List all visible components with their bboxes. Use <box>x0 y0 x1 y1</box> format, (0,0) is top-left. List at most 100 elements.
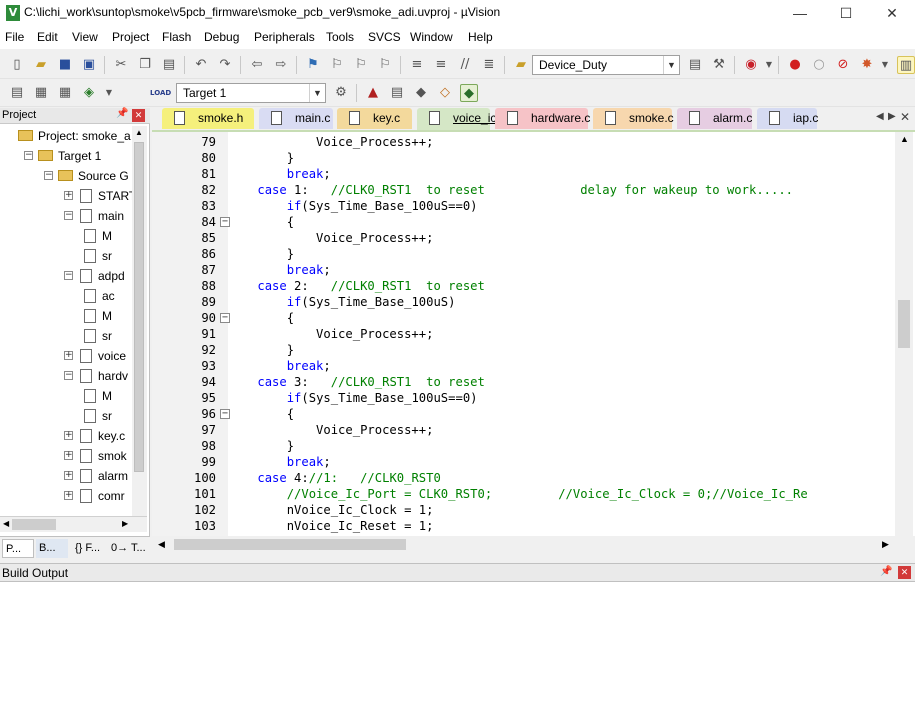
code-editor[interactable]: 79 Voice_Process++; 80 } 81 break; 82 case … <box>152 130 915 536</box>
expand-toggle-icon[interactable]: + <box>64 351 73 360</box>
tree-item[interactable]: + voice <box>0 346 132 366</box>
menu-debug[interactable]: Debug <box>204 30 239 44</box>
tree-item[interactable]: − Source G <box>0 166 132 186</box>
tab-smoke-h[interactable]: smoke.h <box>162 108 254 129</box>
tab-main-c[interactable]: main.c <box>259 108 333 129</box>
tree-item[interactable]: + key.c <box>0 426 132 446</box>
menu-peripherals[interactable]: Peripherals <box>254 30 315 44</box>
manage-multi-project-icon[interactable]: ▤ <box>388 84 406 102</box>
tree-item[interactable]: M <box>0 306 132 326</box>
tree-item[interactable]: − main <box>0 206 132 226</box>
indent-icon[interactable]: ≡ <box>408 56 426 74</box>
tree-item[interactable]: sr <box>0 326 132 346</box>
expand-toggle-icon[interactable]: + <box>64 471 73 480</box>
editor-hscrollbar[interactable]: ◀ ▶ <box>152 536 915 554</box>
nav-back-icon[interactable]: ⇦ <box>248 56 266 74</box>
open-file-icon[interactable]: ▰ <box>32 56 50 74</box>
select-packs-icon[interactable]: ◇ <box>436 84 454 102</box>
cut-icon[interactable]: ✂ <box>112 56 130 74</box>
tree-item[interactable]: M <box>0 386 132 406</box>
tree-item[interactable]: sr <box>0 246 132 266</box>
tab-iap-c[interactable]: iap.c <box>757 108 818 129</box>
chevron-down-icon[interactable]: ▼ <box>760 56 778 74</box>
minimize-button[interactable]: — <box>777 0 823 27</box>
close-tab-icon[interactable]: ✕ <box>900 110 910 124</box>
tree-item[interactable]: + smok <box>0 446 132 466</box>
chevron-down-icon[interactable]: ▼ <box>100 84 118 102</box>
menu-tools[interactable]: Tools <box>326 30 354 44</box>
tree-item[interactable]: M <box>0 226 132 246</box>
tab-hardware-c[interactable]: hardware.c <box>495 108 590 129</box>
manage-runtime-icon[interactable]: ◆ <box>412 84 430 102</box>
project-tree-hscrollbar[interactable]: ◀ ▶ <box>0 516 147 532</box>
menu-edit[interactable]: Edit <box>37 30 58 44</box>
bookmark-clear-icon[interactable]: ⚐ <box>376 56 394 74</box>
tree-item[interactable]: sr <box>0 406 132 426</box>
build-icon[interactable]: ▦ <box>32 84 50 102</box>
find-combo[interactable]: Device_Duty ▼ <box>532 55 680 75</box>
tree-item[interactable]: − Target 1 <box>0 146 132 166</box>
batch-build-icon[interactable]: ◈ <box>80 84 98 102</box>
tabs-scroll-right-icon[interactable]: ▶ <box>888 111 896 122</box>
close-icon[interactable]: ✕ <box>898 566 911 579</box>
project-tree-scrollbar[interactable]: ▲ ▼ <box>132 126 147 526</box>
menu-project[interactable]: Project <box>112 30 149 44</box>
menu-view[interactable]: View <box>72 30 98 44</box>
breakpoint-kill-all-icon[interactable]: ✸ <box>858 56 876 74</box>
window-layout-icon[interactable]: ▥ <box>897 56 915 74</box>
expand-toggle-icon[interactable]: − <box>64 371 73 380</box>
chevron-down-icon[interactable]: ▼ <box>876 56 894 74</box>
new-file-icon[interactable]: ▯ <box>8 56 26 74</box>
expand-toggle-icon[interactable]: + <box>64 191 73 200</box>
maximize-button[interactable]: ☐ <box>823 0 869 27</box>
tab-functions[interactable]: {} F... <box>72 539 106 558</box>
menu-svcs[interactable]: SVCS <box>368 30 401 44</box>
tree-item[interactable]: + START <box>0 186 132 206</box>
unindent-icon[interactable]: ≡ <box>432 56 450 74</box>
paste-icon[interactable]: ▤ <box>160 56 178 74</box>
tab-key-c[interactable]: key.c <box>337 108 412 129</box>
save-icon[interactable]: ■ <box>56 56 74 74</box>
close-icon[interactable]: ✕ <box>132 109 145 122</box>
tree-item[interactable]: − hardv <box>0 366 132 386</box>
tabs-scroll-left-icon[interactable]: ◀ <box>876 111 884 122</box>
target-options-icon[interactable]: ⚙ <box>332 84 350 102</box>
undo-icon[interactable]: ↶ <box>192 56 210 74</box>
expand-toggle-icon[interactable]: − <box>24 151 33 160</box>
translate-icon[interactable]: ▤ <box>8 84 26 102</box>
load-download-icon[interactable]: LOAD <box>150 84 171 102</box>
rebuild-icon[interactable]: ▦ <box>56 84 74 102</box>
nav-forward-icon[interactable]: ⇨ <box>272 56 290 74</box>
menu-file[interactable]: File <box>5 30 24 44</box>
comment-icon[interactable]: // <box>456 56 474 74</box>
tab-project[interactable]: P... <box>2 539 34 558</box>
tree-item[interactable]: ac <box>0 286 132 306</box>
uncomment-icon[interactable]: ≣ <box>480 56 498 74</box>
tree-item[interactable]: + comr <box>0 486 132 506</box>
menu-window[interactable]: Window <box>410 30 453 44</box>
chevron-down-icon[interactable]: ▼ <box>663 56 679 74</box>
breakpoint-insert-icon[interactable]: ● <box>786 56 804 74</box>
incremental-find-icon[interactable]: ▤ <box>686 56 704 74</box>
tab-books[interactable]: B... <box>36 539 68 558</box>
pack-installer-icon[interactable]: ◆ <box>460 84 478 102</box>
bookmark-prev-icon[interactable]: ⚐ <box>328 56 346 74</box>
copy-icon[interactable]: ❐ <box>136 56 154 74</box>
chevron-down-icon[interactable]: ▼ <box>309 84 325 102</box>
expand-toggle-icon[interactable]: − <box>64 271 73 280</box>
pin-icon[interactable]: 📌 <box>116 108 128 119</box>
tree-item[interactable]: − adpd <box>0 266 132 286</box>
close-button[interactable]: ✕ <box>869 0 915 27</box>
redo-icon[interactable]: ↷ <box>216 56 234 74</box>
debug-session-icon[interactable]: ◉ <box>742 56 760 74</box>
tree-item[interactable]: + alarm <box>0 466 132 486</box>
breakpoint-disable-icon[interactable]: ○ <box>810 56 828 74</box>
tree-item[interactable]: Project: smoke_a <box>0 126 132 146</box>
expand-toggle-icon[interactable]: + <box>64 431 73 440</box>
target-select[interactable]: Target 1 ▼ <box>176 83 326 103</box>
bookmark-next-icon[interactable]: ⚐ <box>352 56 370 74</box>
build-output-panel[interactable] <box>0 582 915 710</box>
find-icon[interactable]: ⚒ <box>710 56 728 74</box>
tab-templates[interactable]: 0→ T... <box>108 539 146 558</box>
menu-flash[interactable]: Flash <box>162 30 191 44</box>
